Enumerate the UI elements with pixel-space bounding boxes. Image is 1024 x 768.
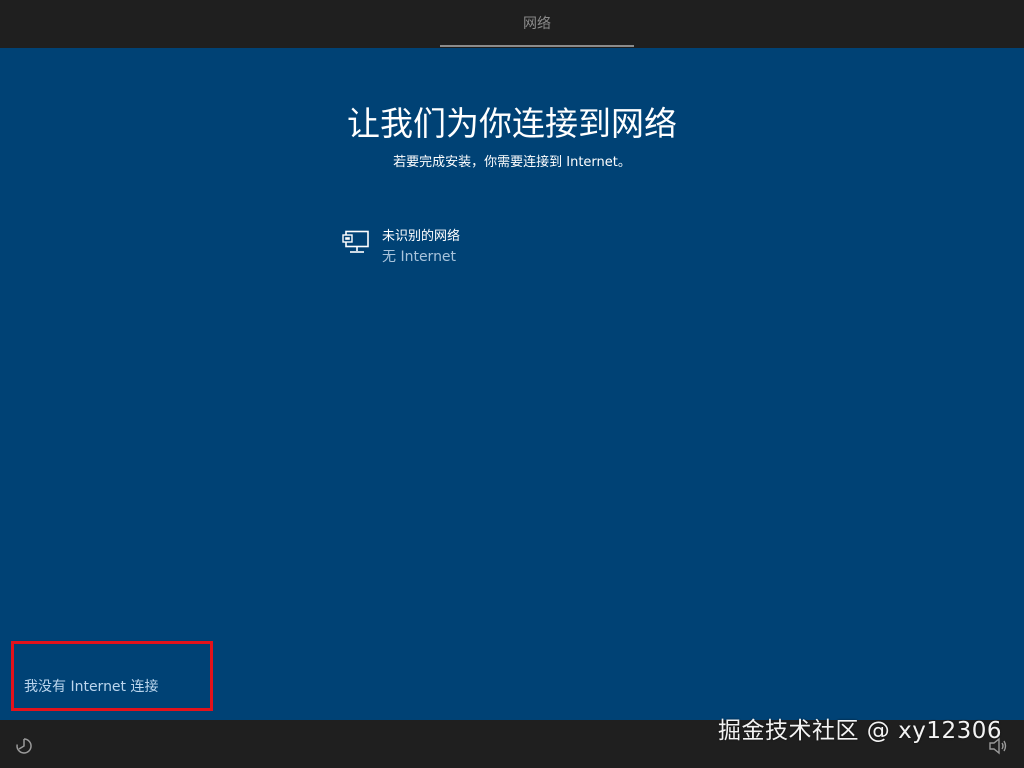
tab-network[interactable]: 网络 xyxy=(440,0,634,46)
page-subtitle: 若要完成安装，你需要连接到 Internet。 xyxy=(393,155,631,170)
no-internet-link[interactable]: 我没有 Internet 连接 xyxy=(24,677,159,697)
watermark: 掘金技术社区 @ xy12306 xyxy=(718,718,1003,744)
network-list-item[interactable]: 未识别的网络 无 Internet xyxy=(338,224,698,270)
setup-page: 让我们为你连接到网络 若要完成安装，你需要连接到 Internet。 未识别的网… xyxy=(0,48,1024,720)
page-title: 让我们为你连接到网络 xyxy=(347,104,677,143)
highlight-box xyxy=(11,641,213,711)
wired-network-icon xyxy=(342,230,369,253)
top-bar: 网络 xyxy=(0,0,1024,48)
ease-of-access-icon[interactable] xyxy=(14,736,34,756)
tab-active-indicator xyxy=(440,45,634,47)
network-status: 无 Internet xyxy=(382,249,457,265)
network-name: 未识别的网络 xyxy=(382,229,461,244)
